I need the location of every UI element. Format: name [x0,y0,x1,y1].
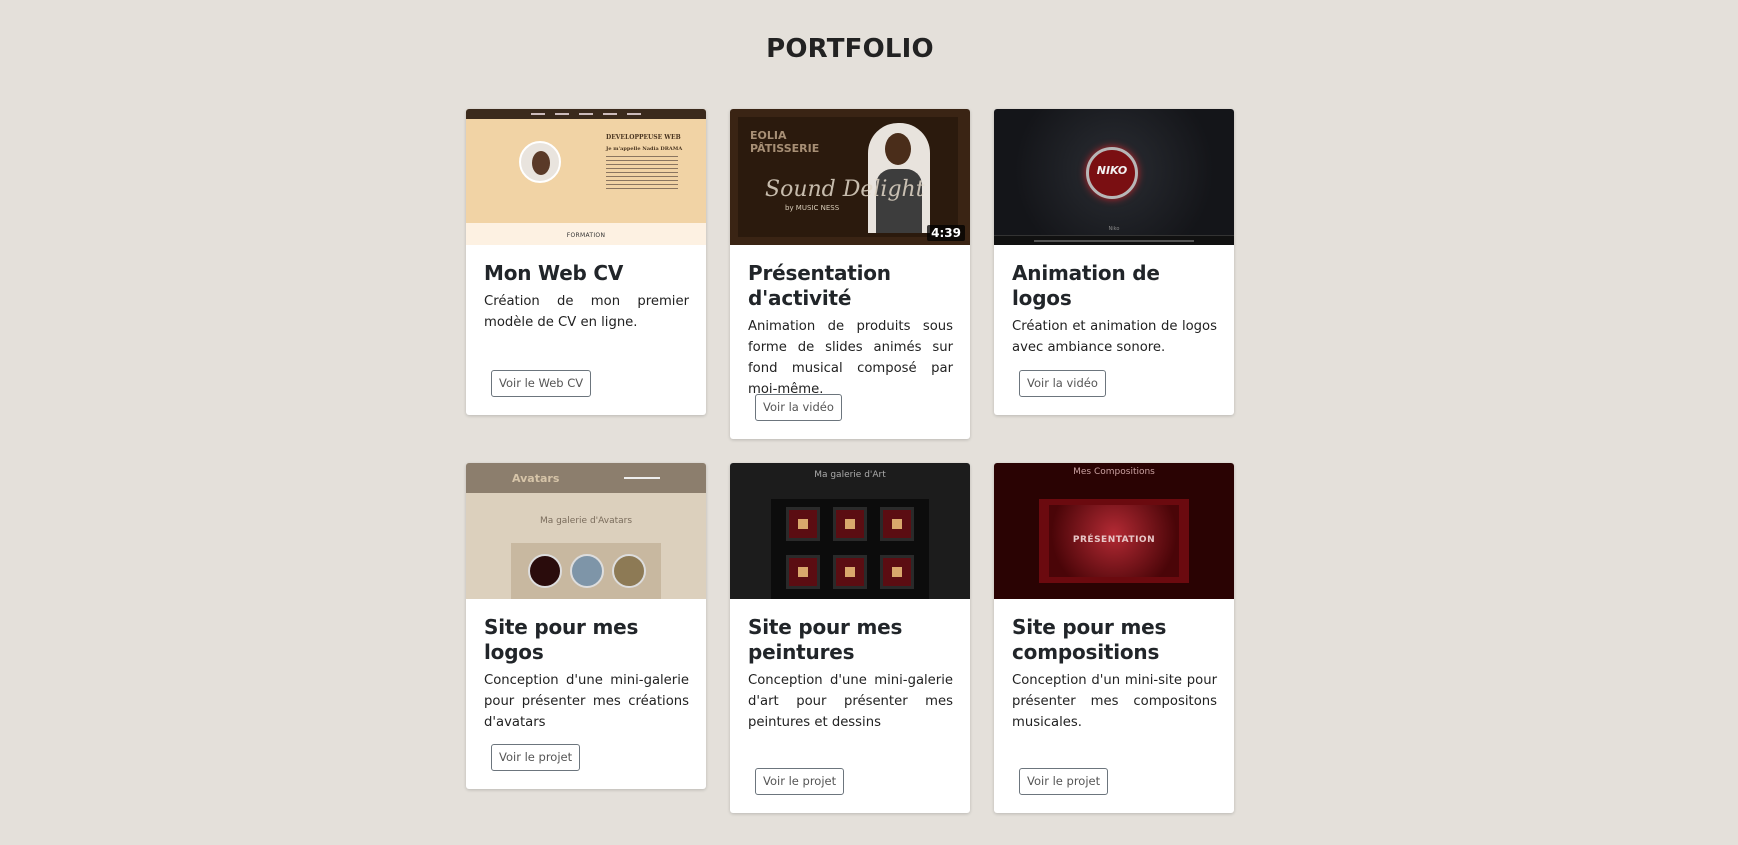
painting-frame [786,507,820,541]
thumbnail-subheading: Je m'appelle Nadia DRAMA [606,146,683,152]
card-thumbnail[interactable]: DEVELOPPEUSE WEB Je m'appelle Nadia DRAM… [466,109,706,245]
thumbnail-text-lines [606,156,678,192]
thumbnail-heading: DEVELOPPEUSE WEB [606,134,681,141]
card-text: Conception d'un mini-site pour présenter… [1012,673,1217,730]
painting-frame [880,507,914,541]
view-project-button[interactable]: Voir le projet [755,768,845,795]
card-thumbnail[interactable]: Mes Compositions PRÉSENTATION [994,463,1234,599]
view-web-cv-button[interactable]: Voir le Web CV [491,370,592,397]
avatar-logo [528,554,562,588]
logo-text: NIKO [1096,164,1128,177]
video-label: Niko [1108,226,1120,232]
view-project-button[interactable]: Voir le projet [491,744,581,771]
thumbnail-brand: Avatars [512,472,560,485]
thumbnail-brand: EOLIA PÂTISSERIE [750,129,820,155]
card-title: Animation de logos [1012,261,1160,310]
portfolio-card-compositions-site: Mes Compositions PRÉSENTATION Site pour … [994,463,1234,813]
thumbnail-caption: Ma galerie d'Art [814,470,886,480]
avatar [519,141,561,183]
card-text: Création de mon premier modèle de CV en … [484,294,689,330]
card-thumbnail[interactable]: Avatars Ma galerie d'Avatars [466,463,706,599]
thumbnail-menu [624,477,660,479]
thumbnail-overlay-text: Sound Delight [765,177,925,202]
view-video-button[interactable]: Voir la vidéo [1019,370,1106,397]
video-player-thumbnail[interactable]: NIKO Niko [994,109,1234,245]
logo-emblem: NIKO [1086,147,1138,199]
card-text: Conception d'une mini-galerie pour prése… [484,673,689,730]
thumbnail-overlay-text: PRÉSENTATION [1072,535,1156,545]
painting-frame [833,507,867,541]
portfolio-card-logos-site: Avatars Ma galerie d'Avatars Site pour m… [466,463,706,789]
painting-frame [833,555,867,589]
view-video-button[interactable]: Voir la vidéo [755,394,842,421]
card-title: Présentation d'activité [748,261,891,310]
portfolio-card-paintings-site: Ma galerie d'Art Site pour mes peintures… [730,463,970,813]
card-thumbnail[interactable]: Ma galerie d'Art [730,463,970,599]
thumbnail-caption: Mes Compositions [1073,467,1155,477]
portfolio-card-presentation: EOLIA PÂTISSERIE Sound Delight by MUSIC … [730,109,970,439]
video-thumbnail[interactable]: EOLIA PÂTISSERIE Sound Delight by MUSIC … [730,109,970,245]
thumbnail-nav [466,109,706,119]
portfolio-card-logo-animation: NIKO Niko Animation de logos Création et… [994,109,1234,415]
video-controls-bar[interactable] [994,235,1234,245]
card-title: Mon Web CV [484,261,624,285]
card-title: Site pour mes compositions [1012,615,1167,664]
painting-frame [880,555,914,589]
card-title: Site pour mes peintures [748,615,903,664]
card-text: Animation de produits sous forme de slid… [748,319,953,397]
card-text: Conception d'une mini-galerie d'art pour… [748,673,953,730]
painting-frame [786,555,820,589]
portfolio-card-web-cv: DEVELOPPEUSE WEB Je m'appelle Nadia DRAM… [466,109,706,415]
view-project-button[interactable]: Voir le projet [1019,768,1109,795]
page-title: PORTFOLIO [766,34,934,64]
thumbnail-footer: FORMATION [566,232,606,239]
card-text: Création et animation de logos avec ambi… [1012,319,1217,355]
video-duration-badge: 4:39 [927,225,965,241]
thumbnail-byline: by MUSIC NESS [785,204,840,212]
card-title: Site pour mes logos [484,615,639,664]
thumbnail-caption: Ma galerie d'Avatars [539,516,633,526]
avatar-logo [612,554,646,588]
avatar-logo [570,554,604,588]
